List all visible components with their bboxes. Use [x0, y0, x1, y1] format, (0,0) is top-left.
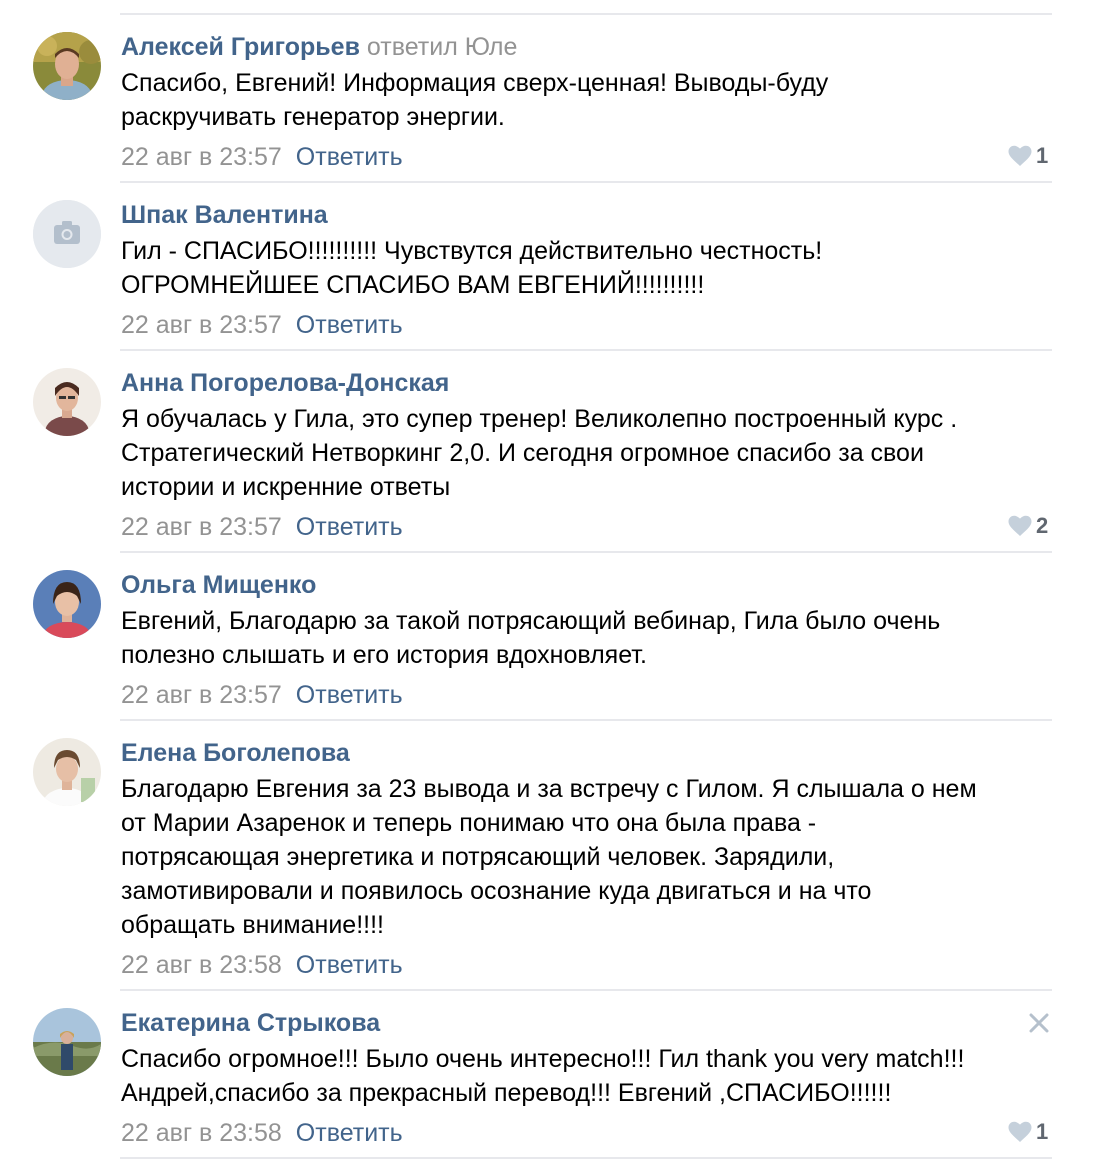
reply-button[interactable]: Ответить [296, 951, 403, 979]
comment-text: Я обучалась у Гила, это супер тренер! Ве… [121, 402, 1056, 504]
comment-text: Спасибо огромное!!! Было очень интересно… [121, 1042, 1056, 1110]
author-name[interactable]: Елена Боголепова [121, 739, 350, 767]
reply-to-text[interactable]: ответил Юле [367, 33, 517, 61]
heart-icon [1008, 515, 1032, 536]
comment-meta: 22 авг в 23:58 Ответить [121, 951, 403, 979]
separator [120, 13, 1052, 15]
avatar[interactable] [33, 368, 101, 436]
comment-text-line: раскручивать генератор энергии. [121, 103, 505, 131]
reply-button[interactable]: Ответить [296, 143, 403, 171]
author-name[interactable]: Екатерина Стрыкова [121, 1009, 380, 1037]
comment-text: Благодарю Евгения за 23 вывода и за встр… [121, 772, 1056, 942]
comment-text-line: потрясающая энергетика и потрясающий чел… [121, 843, 835, 871]
comment-header: Елена Боголепова [121, 739, 350, 767]
comment-text-line: Благодарю Евгения за 23 вывода и за встр… [121, 775, 977, 803]
separator [120, 989, 1052, 991]
comment-text-line: замотивировали и появилось осознание куд… [121, 877, 872, 905]
camera-placeholder-icon [33, 200, 101, 268]
comment-header: Шпак Валентина [121, 201, 328, 229]
like-button[interactable]: 1 [1008, 1118, 1056, 1146]
avatar[interactable] [33, 570, 101, 638]
comment-text-line: от Марии Азаренок и теперь понимаю что о… [121, 809, 817, 837]
comment-text-line: истории и искренние ответы [121, 473, 451, 501]
reply-button[interactable]: Ответить [296, 1119, 403, 1147]
comment-text: Евгений, Благодарю за такой потрясающий … [121, 604, 1056, 672]
comment-header: Анна Погорелова-Донская [121, 369, 449, 397]
comment-meta: 22 авг в 23:57 Ответить [121, 311, 403, 339]
comment-date[interactable]: 22 авг в 23:57 [121, 311, 282, 339]
comment-text: Гил - СПАСИБО!!!!!!!!!! Чувствутся дейст… [121, 234, 1056, 302]
reply-button[interactable]: Ответить [296, 681, 403, 709]
comment-text-line: Гил - СПАСИБО!!!!!!!!!! Чувствутся дейст… [121, 237, 823, 265]
heart-icon [1008, 1121, 1032, 1142]
heart-icon [1008, 145, 1032, 166]
comment-text-line: Евгений, Благодарю за такой потрясающий … [121, 607, 941, 635]
comment-header: Екатерина Стрыкова [121, 1009, 380, 1037]
comment-date[interactable]: 22 авг в 23:58 [121, 1119, 282, 1147]
comment-meta: 22 авг в 23:57 Ответить [121, 143, 403, 171]
reply-button[interactable]: Ответить [296, 311, 403, 339]
avatar[interactable] [33, 32, 101, 100]
author-name[interactable]: Шпак Валентина [121, 201, 328, 229]
separator [120, 719, 1052, 721]
like-count: 1 [1036, 143, 1049, 168]
comment-text: Спасибо, Евгений! Информация сверх-ценна… [121, 66, 1056, 134]
reply-button[interactable]: Ответить [296, 513, 403, 541]
comment-date[interactable]: 22 авг в 23:57 [121, 681, 282, 709]
comment-text-line: Я обучалась у Гила, это супер тренер! Ве… [121, 405, 958, 433]
comment-text-line: Стратегический Нетворкинг 2,0. И сегодня… [121, 439, 924, 467]
avatar[interactable] [33, 1008, 101, 1076]
comment-text-line: обращать внимание!!!! [121, 911, 384, 939]
comment-text-line: Спасибо, Евгений! Информация сверх-ценна… [121, 69, 829, 97]
like-button[interactable]: 2 [1008, 512, 1056, 540]
like-count: 2 [1036, 513, 1049, 538]
comment-date[interactable]: 22 авг в 23:57 [121, 513, 282, 541]
close-icon[interactable] [1026, 1010, 1052, 1036]
like-count: 1 [1036, 1119, 1049, 1144]
comment-header: Алексей Григорьев ответил Юле [121, 33, 517, 61]
comment-meta: 22 авг в 23:57 Ответить [121, 513, 403, 541]
comment-text-line: ОГРОМНЕЙШЕЕ СПАСИБО ВАМ ЕВГЕНИЙ!!!!!!!!!… [121, 271, 705, 299]
like-button[interactable]: 1 [1008, 142, 1056, 170]
author-name[interactable]: Анна Погорелова-Донская [121, 369, 449, 397]
comment-meta: 22 авг в 23:57 Ответить [121, 681, 403, 709]
separator [120, 551, 1052, 553]
comment-text-line: Андрей,спасибо за прекрасный перевод!!! … [121, 1079, 892, 1107]
author-name[interactable]: Ольга Мищенко [121, 571, 316, 599]
avatar[interactable] [33, 200, 101, 268]
comment-date[interactable]: 22 авг в 23:57 [121, 143, 282, 171]
author-name[interactable]: Алексей Григорьев [121, 33, 360, 61]
avatar[interactable] [33, 738, 101, 806]
comment-text-line: полезно слышать и его история вдохновляе… [121, 641, 647, 669]
comment-meta: 22 авг в 23:58 Ответить [121, 1119, 403, 1147]
separator [120, 349, 1052, 351]
comment-date[interactable]: 22 авг в 23:58 [121, 951, 282, 979]
comment-text-line: Спасибо огромное!!! Было очень интересно… [121, 1045, 965, 1073]
separator [120, 181, 1052, 183]
comment-header: Ольга Мищенко [121, 571, 316, 599]
separator [120, 1157, 1052, 1159]
